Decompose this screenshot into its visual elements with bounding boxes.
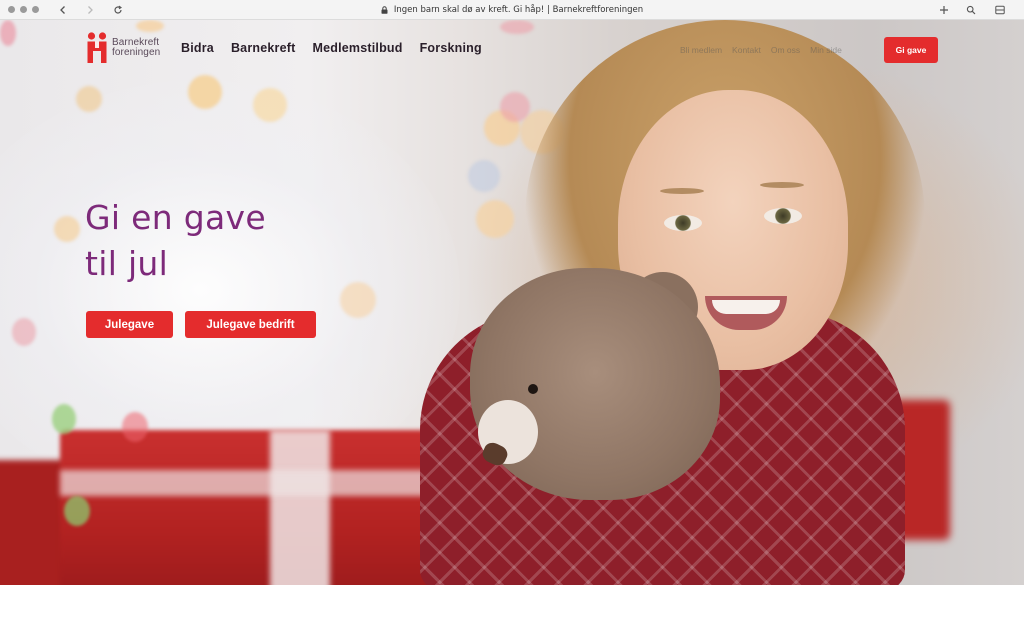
zoom-window-icon[interactable] <box>32 6 39 13</box>
bokeh-light <box>188 75 222 109</box>
chevron-right-icon <box>88 6 93 14</box>
eyebrow <box>660 188 704 194</box>
chevron-left-icon <box>60 6 65 14</box>
bokeh-light <box>52 404 76 434</box>
close-window-icon[interactable] <box>8 6 15 13</box>
bokeh-light <box>468 160 500 192</box>
bokeh-light <box>76 86 102 112</box>
gift-ribbon <box>60 470 460 496</box>
nav-item-bidra[interactable]: Bidra <box>181 41 214 55</box>
give-gift-button[interactable]: Gi gave <box>884 37 938 63</box>
gift-box-blur <box>60 430 460 585</box>
bokeh-light <box>253 88 287 122</box>
sidebar-icon <box>995 5 1005 15</box>
util-item-kontakt[interactable]: Kontakt <box>732 45 761 55</box>
bokeh-light <box>12 318 36 346</box>
reload-button[interactable] <box>110 2 126 18</box>
teddy-bear <box>470 268 720 500</box>
address-bar[interactable]: Ingen barn skal dø av kreft. Gi håp! | B… <box>340 3 684 17</box>
bokeh-light <box>476 200 514 238</box>
bear-eye <box>528 384 538 394</box>
nav-item-medlemstilbud[interactable]: Medlemstilbud <box>312 41 402 55</box>
back-button[interactable] <box>55 2 71 18</box>
eyebrow <box>760 182 804 188</box>
util-item-min-side[interactable]: Min side <box>810 45 842 55</box>
utility-navigation: Bli medlem Kontakt Om oss Min side <box>680 45 842 55</box>
minimize-window-icon[interactable] <box>20 6 27 13</box>
eye <box>764 208 802 224</box>
plus-icon <box>940 6 948 14</box>
gift-ribbon <box>270 430 330 585</box>
search-icon <box>966 5 976 15</box>
reload-icon <box>114 5 122 14</box>
util-item-om-oss[interactable]: Om oss <box>771 45 800 55</box>
main-navigation: Bidra Barnekreft Medlemstilbud Forskning <box>181 41 482 55</box>
new-tab-button[interactable] <box>936 2 952 18</box>
browser-toolbar: Ingen barn skal dø av kreft. Gi håp! | B… <box>0 0 1024 20</box>
logo[interactable]: Barnekreft foreningen <box>86 32 160 64</box>
bokeh-light <box>64 496 90 526</box>
hero-headline: Gi en gave til jul <box>85 195 385 287</box>
corporate-christmas-gift-button[interactable]: Julegave bedrift <box>185 311 316 338</box>
christmas-gift-button[interactable]: Julegave <box>86 311 173 338</box>
util-item-bli-medlem[interactable]: Bli medlem <box>680 45 722 55</box>
hero-image <box>0 20 1024 585</box>
headline-line1: Gi en gave <box>85 198 266 237</box>
site-header: Barnekreft foreningen Bidra Barnekreft M… <box>0 20 1024 80</box>
bokeh-light <box>340 282 376 318</box>
window-controls[interactable] <box>8 6 39 13</box>
forward-button[interactable] <box>82 2 98 18</box>
eye <box>664 215 702 231</box>
nav-item-barnekreft[interactable]: Barnekreft <box>231 41 296 55</box>
logo-text-line2: foreningen <box>112 47 161 58</box>
lock-icon <box>381 6 388 14</box>
sidebar-toggle-button[interactable] <box>992 2 1008 18</box>
logo-icon <box>86 32 108 64</box>
bokeh-light <box>54 216 80 242</box>
page-title: Ingen barn skal dø av kreft. Gi håp! | B… <box>393 5 644 15</box>
teeth <box>712 300 780 314</box>
nav-item-forskning[interactable]: Forskning <box>420 41 482 55</box>
bokeh-light <box>500 92 530 122</box>
bokeh-light <box>122 412 148 442</box>
search-button[interactable] <box>963 2 979 18</box>
headline-line2: til jul <box>85 244 169 283</box>
